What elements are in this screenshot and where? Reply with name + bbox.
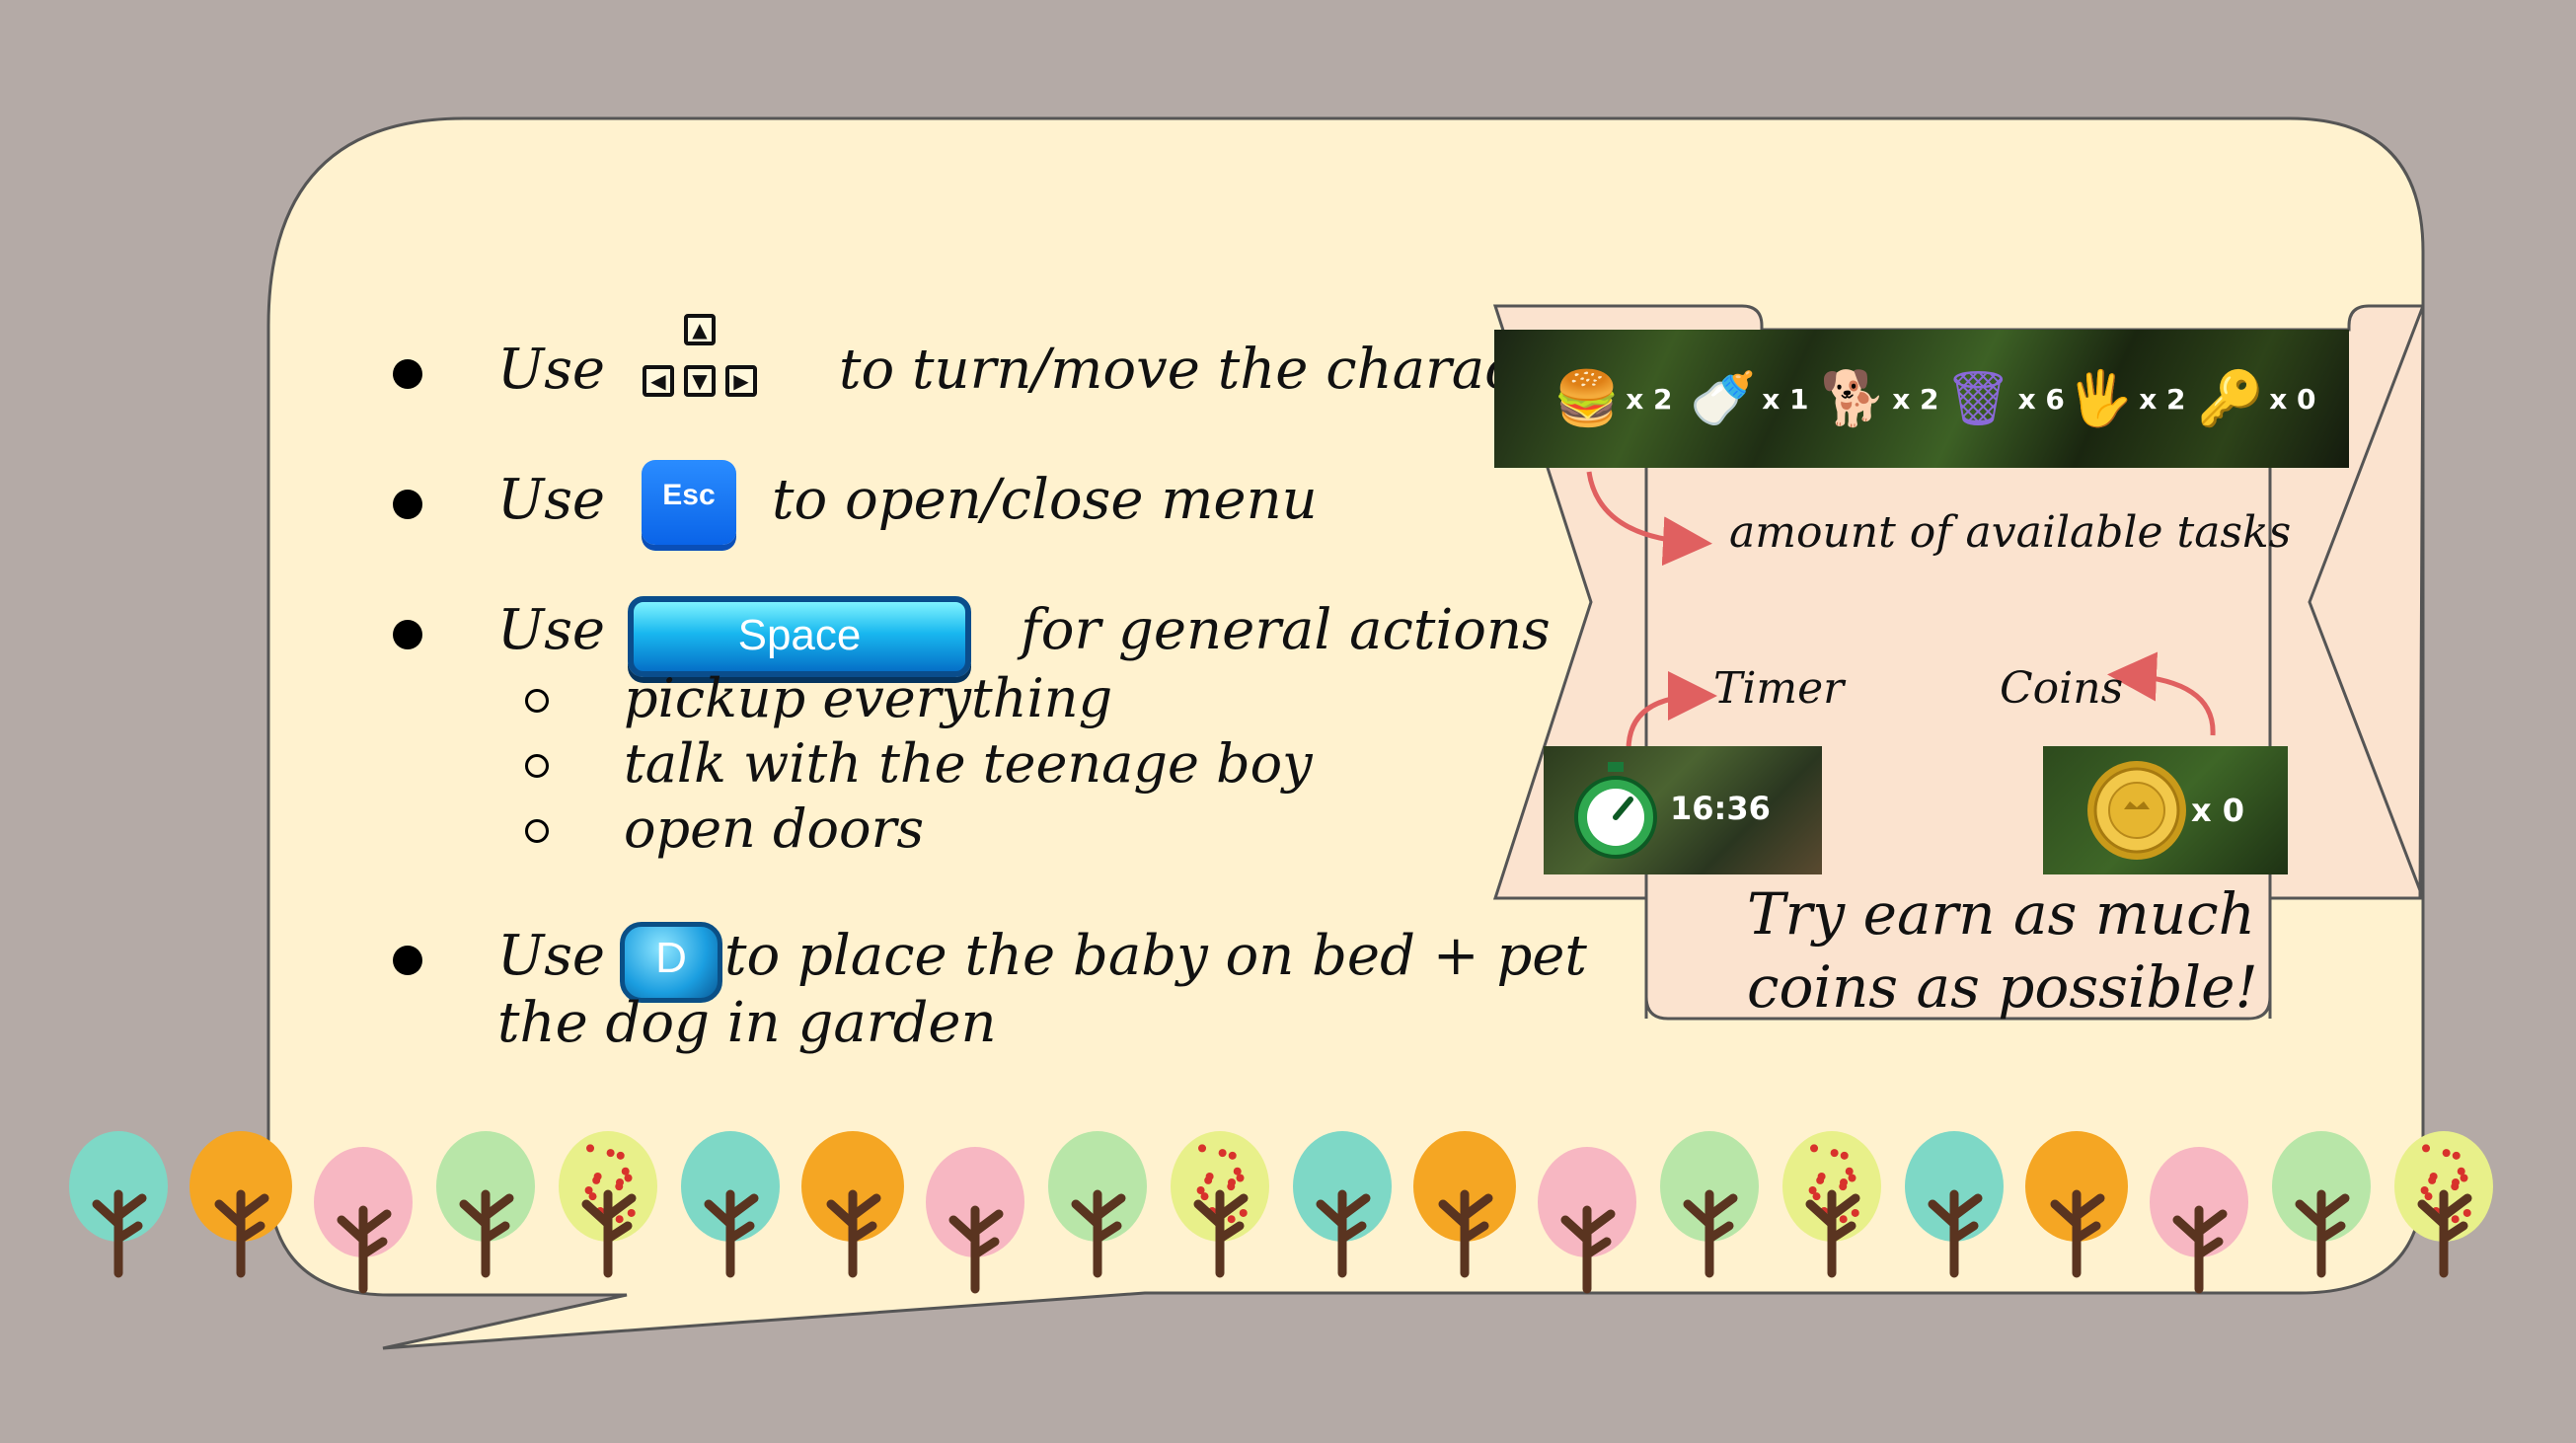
tasks-label: amount of available tasks — [1729, 507, 2292, 558]
coins-label: Coins — [2000, 663, 2124, 714]
footer-line-2: coins as possible! — [1747, 953, 2258, 1021]
timer-display: 16:36 — [1544, 746, 1822, 874]
gold-coin-icon — [2087, 761, 2186, 860]
timer-value: 16:36 — [1670, 790, 1771, 827]
tree-icon — [1293, 1131, 1392, 1278]
tree-icon — [801, 1131, 904, 1278]
tree-icon — [2394, 1131, 2493, 1278]
tree-icon — [1171, 1131, 1269, 1278]
tree-icon — [189, 1131, 292, 1278]
tree-icon — [314, 1147, 413, 1294]
tree-icon — [681, 1131, 780, 1278]
tree-icon — [1048, 1131, 1147, 1278]
tree-icon — [2272, 1131, 2371, 1278]
tree-icon — [1905, 1131, 2004, 1278]
tree-icon — [1538, 1147, 1636, 1294]
tree-icon — [1782, 1131, 1881, 1278]
tree-icon — [2025, 1131, 2128, 1278]
tree-icon — [69, 1131, 168, 1278]
tree-icon — [926, 1147, 1024, 1294]
tree-icon — [559, 1131, 657, 1278]
tree-icon — [436, 1131, 535, 1278]
coin-count: x 0 — [2191, 792, 2245, 829]
coins-display: x 0 — [2043, 746, 2288, 874]
tree-row-decoration — [59, 1125, 2517, 1294]
timer-label: Timer — [1713, 663, 1845, 714]
tree-icon — [1413, 1131, 1516, 1278]
tree-icon — [2150, 1147, 2248, 1294]
stopwatch-icon — [1574, 762, 1657, 859]
footer-line-1: Try earn as much — [1747, 880, 2256, 948]
tree-icon — [1660, 1131, 1759, 1278]
